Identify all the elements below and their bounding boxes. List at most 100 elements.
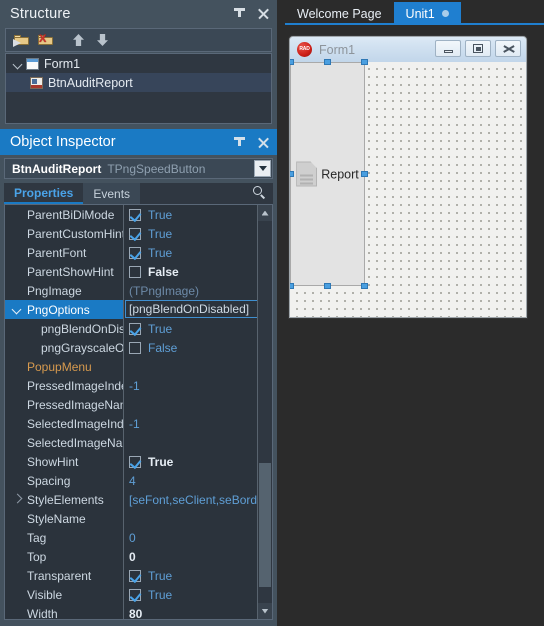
form-designer[interactable]: Form1 Report — [277, 25, 544, 626]
tab-events[interactable]: Events — [83, 183, 141, 204]
resize-handle-bottom-left[interactable] — [290, 283, 294, 289]
property-name: StyleElements — [27, 492, 104, 507]
property-row[interactable]: Transparent True — [5, 566, 257, 585]
property-value[interactable]: 0 — [129, 547, 136, 566]
property-row[interactable]: ParentShowHint False — [5, 262, 257, 281]
search-icon[interactable] — [253, 186, 266, 199]
expander[interactable] — [10, 59, 26, 68]
property-value[interactable]: -1 — [129, 376, 140, 395]
property-row[interactable]: PngOptions [pngBlendOnDisabled] — [5, 300, 265, 319]
property-value[interactable]: False — [129, 262, 179, 281]
property-row[interactable]: ShowHint True — [5, 452, 257, 471]
close-button[interactable] — [495, 40, 521, 57]
property-value[interactable]: True — [129, 566, 172, 585]
design-control-btnauditreport[interactable]: Report — [290, 62, 365, 286]
property-column-divider[interactable] — [123, 205, 124, 619]
property-row[interactable]: Width 80 — [5, 604, 257, 620]
move-up-button[interactable] — [68, 31, 88, 49]
tab-properties[interactable]: Properties — [4, 183, 84, 204]
pin-icon[interactable] — [233, 136, 247, 150]
checkbox-icon[interactable] — [129, 588, 141, 601]
property-row[interactable]: ParentFont True — [5, 243, 257, 262]
checkbox-icon[interactable] — [129, 227, 141, 240]
object-selector-dropdown-button[interactable] — [254, 160, 271, 177]
property-value[interactable]: [seFont,seClient,seBorder] — [129, 490, 271, 509]
property-row[interactable]: Top 0 — [5, 547, 257, 566]
property-value[interactable]: False — [129, 338, 177, 357]
scroll-down-button[interactable] — [258, 603, 272, 619]
property-value[interactable]: True — [129, 205, 172, 224]
property-value-label: True — [148, 245, 173, 260]
property-value[interactable]: True — [129, 224, 172, 243]
checkbox-icon[interactable] — [129, 208, 141, 221]
resize-handle-middle-right[interactable] — [361, 171, 368, 177]
property-row[interactable]: Spacing 4 — [5, 471, 257, 490]
object-type: TPngSpeedButton — [107, 161, 206, 176]
scrollbar-thumb[interactable] — [259, 463, 271, 587]
scroll-up-button[interactable] — [258, 205, 272, 221]
property-row[interactable]: PngImage (TPngImage) — [5, 281, 257, 300]
checkbox-icon[interactable] — [129, 246, 141, 259]
resize-handle-bottom-right[interactable] — [361, 283, 368, 289]
property-row[interactable]: StyleName — [5, 509, 257, 528]
property-value[interactable]: 0 — [129, 528, 136, 547]
property-row[interactable]: SelectedImageName — [5, 433, 257, 452]
property-search-field[interactable] — [140, 183, 273, 204]
checkbox-icon[interactable] — [129, 455, 141, 468]
tree-item-form1[interactable]: Form1 — [6, 54, 271, 73]
property-row[interactable]: ParentCustomHint True — [5, 224, 257, 243]
property-row[interactable]: SelectedImageIndex -1 — [5, 414, 257, 433]
property-value[interactable]: True — [129, 319, 172, 338]
property-row[interactable]: PressedImageName — [5, 395, 257, 414]
property-row[interactable]: StyleElements [seFont,seClient,seBorder] — [5, 490, 271, 509]
resize-handle-top-right[interactable] — [361, 59, 368, 65]
checkbox-icon[interactable] — [129, 569, 141, 582]
editor-area: Welcome Page Unit1 Form1 — [277, 0, 544, 626]
property-row[interactable]: pngGrayscaleOnDisabled False — [5, 338, 257, 357]
close-icon[interactable] — [257, 136, 271, 150]
checkbox-icon[interactable] — [129, 322, 141, 335]
design-form-window[interactable]: Form1 Report — [289, 36, 527, 318]
property-value[interactable]: True — [129, 585, 172, 604]
close-icon — [503, 44, 514, 54]
minimize-button[interactable] — [435, 40, 461, 57]
property-rows: ParentBiDiMode True ParentCustomHint True Pa… — [5, 205, 271, 620]
object-selector[interactable]: BtnAuditReport TPngSpeedButton — [4, 158, 273, 179]
property-value[interactable]: True — [129, 243, 172, 262]
chevron-down-icon[interactable] — [13, 305, 22, 314]
property-row[interactable]: Visible True — [5, 585, 257, 604]
delete-folder-button[interactable]: X — [36, 31, 56, 49]
resize-handle-bottom-center[interactable] — [324, 283, 331, 289]
close-icon[interactable] — [257, 7, 271, 21]
tree-item-btnauditreport[interactable]: BtnAuditReport — [6, 73, 271, 92]
pin-icon[interactable] — [233, 7, 247, 21]
tab-unit1[interactable]: Unit1 — [393, 2, 461, 25]
property-value[interactable]: -1 — [129, 414, 140, 433]
property-row[interactable]: PopupMenu — [5, 357, 257, 376]
checkbox-icon[interactable] — [129, 341, 141, 354]
new-folder-button[interactable] — [12, 31, 32, 49]
property-value[interactable]: 4 — [129, 471, 136, 490]
maximize-button[interactable] — [465, 40, 491, 57]
checkbox-icon[interactable] — [129, 265, 141, 278]
property-row[interactable]: Tag 0 — [5, 528, 257, 547]
left-dock: Structure X Form1 BtnAuditReport Object … — [0, 0, 277, 626]
property-value[interactable]: (TPngImage) — [129, 281, 199, 300]
property-name: Transparent — [27, 568, 92, 583]
property-value[interactable]: True — [129, 452, 173, 471]
property-value-editor[interactable]: [pngBlendOnDisabled] — [125, 300, 265, 318]
property-grid-scrollbar[interactable] — [257, 205, 272, 619]
resize-handle-top-center[interactable] — [324, 59, 331, 65]
move-down-button[interactable] — [92, 31, 112, 49]
tab-welcome-page[interactable]: Welcome Page — [285, 2, 394, 25]
chevron-right-icon[interactable] — [13, 495, 22, 504]
property-value-label: True — [148, 454, 174, 469]
design-form-client[interactable]: Report — [290, 59, 526, 317]
property-row[interactable]: pngBlendOnDisabled True — [5, 319, 257, 338]
property-row[interactable]: ParentBiDiMode True — [5, 205, 257, 224]
resize-handle-top-left[interactable] — [290, 59, 294, 65]
property-value[interactable]: 80 — [129, 604, 142, 620]
resize-handle-middle-left[interactable] — [290, 171, 294, 177]
design-control-label: Report — [321, 167, 359, 181]
property-row[interactable]: PressedImageIndex -1 — [5, 376, 257, 395]
